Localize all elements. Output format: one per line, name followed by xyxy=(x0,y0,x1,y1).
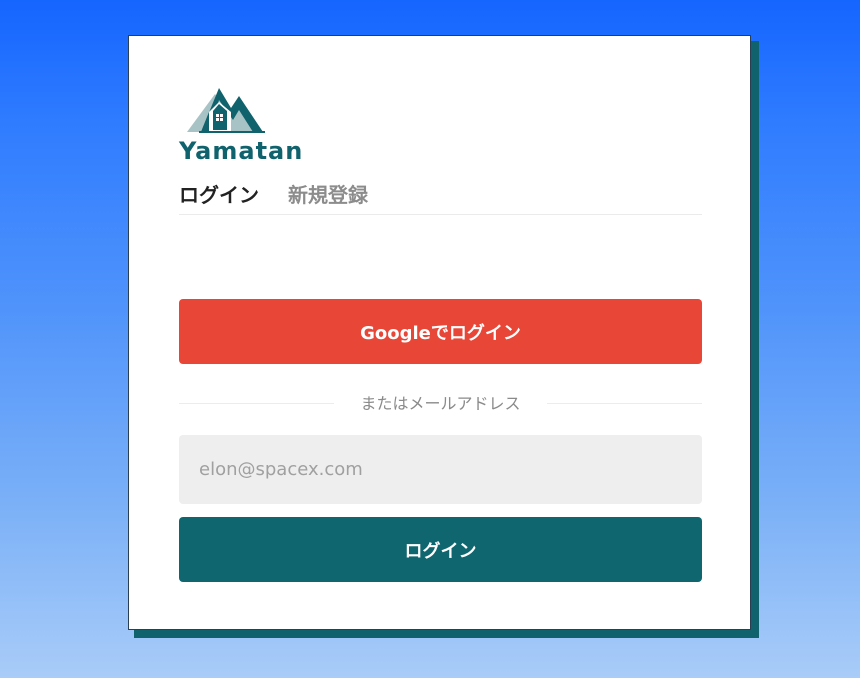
or-divider: またはメールアドレス xyxy=(179,391,702,417)
divider-line-right xyxy=(547,403,702,404)
tab-register[interactable]: 新規登録 xyxy=(288,180,368,210)
brand-name: Yamatan xyxy=(179,137,304,165)
brand-logo: Yamatan xyxy=(179,86,311,166)
divider-text: またはメールアドレス xyxy=(360,394,521,413)
auth-tabs: ログイン 新規登録 xyxy=(179,180,702,215)
google-login-button[interactable]: Googleでログイン xyxy=(179,299,702,364)
login-button[interactable]: ログイン xyxy=(179,517,702,582)
email-input[interactable] xyxy=(179,435,702,504)
tab-login[interactable]: ログイン xyxy=(179,180,259,210)
login-card: Yamatan ログイン 新規登録 Googleでログイン またはメールアドレス… xyxy=(128,35,751,630)
mountain-house-icon xyxy=(187,88,265,133)
